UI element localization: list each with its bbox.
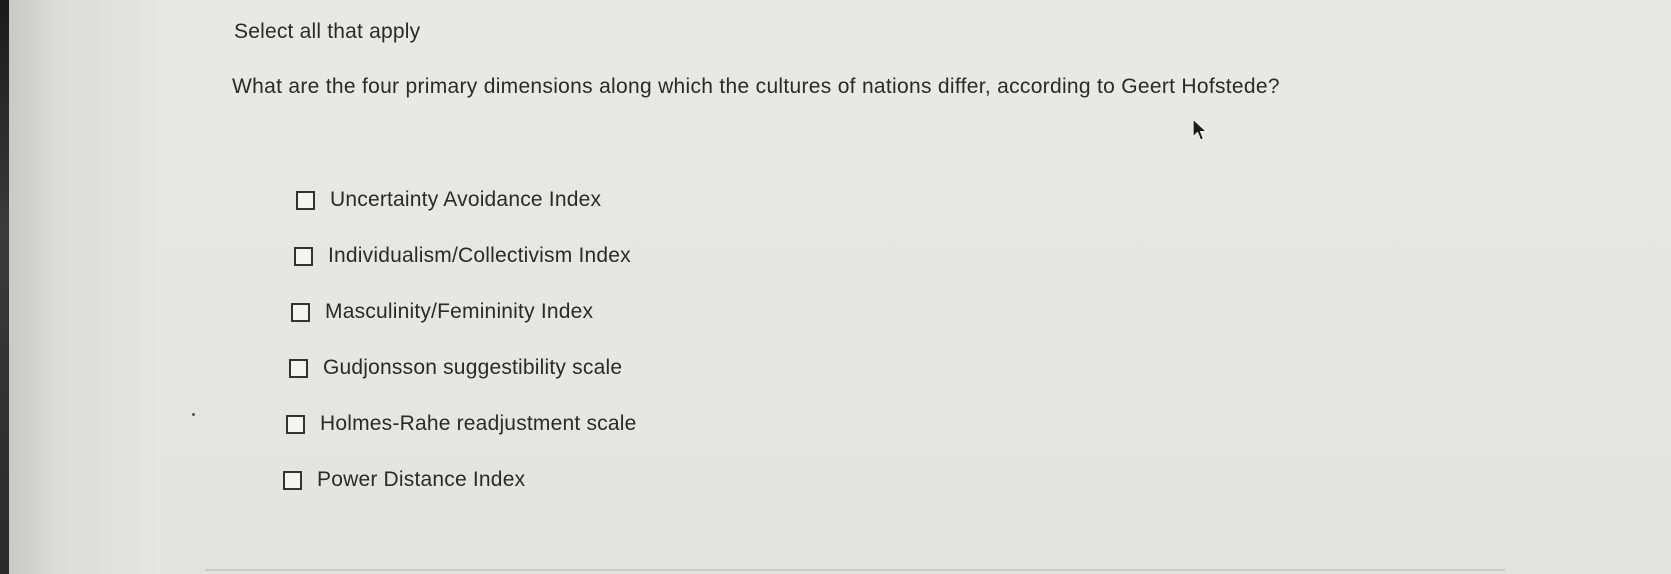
option-power-distance[interactable]: Power Distance Index <box>283 468 525 492</box>
option-label: Holmes-Rahe readjustment scale <box>320 412 637 435</box>
option-label: Masculinity/Femininity Index <box>325 300 594 323</box>
divider <box>205 569 1505 571</box>
option-label: Uncertainty Avoidance Index <box>330 188 602 211</box>
checkbox[interactable] <box>294 246 313 266</box>
option-uncertainty-avoidance[interactable]: Uncertainty Avoidance Index <box>296 188 601 212</box>
checkbox[interactable] <box>283 470 302 490</box>
speck <box>192 413 195 416</box>
screen-bezel <box>0 0 9 574</box>
question-prompt: What are the four primary dimensions alo… <box>232 75 1280 98</box>
checkbox[interactable] <box>289 358 308 378</box>
option-individualism-collectivism[interactable]: Individualism/Collectivism Index <box>294 244 631 268</box>
checkbox[interactable] <box>296 190 315 210</box>
mouse-pointer-icon <box>1192 118 1208 141</box>
option-holmes-rahe[interactable]: Holmes-Rahe readjustment scale <box>286 412 636 436</box>
checkbox[interactable] <box>286 414 305 434</box>
option-label: Gudjonsson suggestibility scale <box>323 356 623 379</box>
option-label: Individualism/Collectivism Index <box>328 244 631 267</box>
question-instruction: Select all that apply <box>234 20 421 43</box>
option-gudjonsson[interactable]: Gudjonsson suggestibility scale <box>289 356 622 380</box>
option-masculinity-femininity[interactable]: Masculinity/Femininity Index <box>291 300 593 324</box>
checkbox[interactable] <box>291 302 310 322</box>
option-label: Power Distance Index <box>317 468 526 491</box>
